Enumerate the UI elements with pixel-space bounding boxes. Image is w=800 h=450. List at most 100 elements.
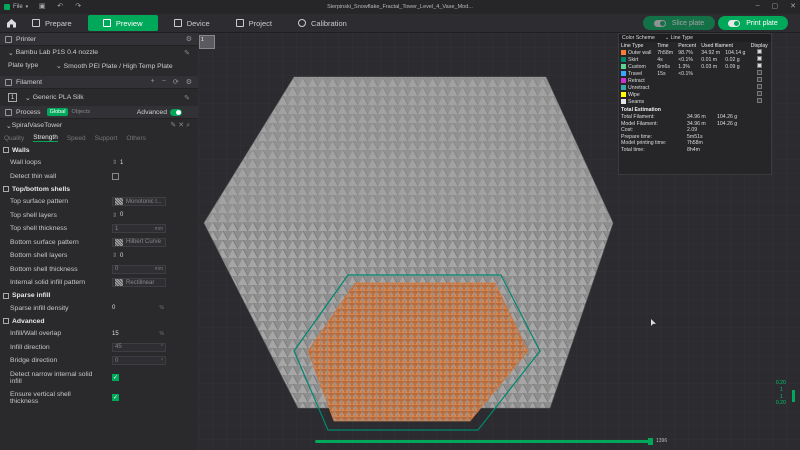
filament-row[interactable]: 1 ⌄ Generic PLA Silk ✎ <box>0 89 198 106</box>
gear-icon[interactable]: ⚙ <box>186 35 192 43</box>
subtab-quality[interactable]: Quality <box>4 135 24 142</box>
plate-thumbnail[interactable]: 1 <box>199 35 215 49</box>
color-scheme-select[interactable]: ⌄ Line Type <box>665 35 693 41</box>
bottom-shell-layers-stepper[interactable]: ⇕ 0 <box>112 251 166 260</box>
settings-icon[interactable]: ⚙ <box>186 78 192 86</box>
legend-swatch <box>621 63 626 69</box>
subtab-others[interactable]: Others <box>126 135 146 142</box>
vertical-layer-slider[interactable] <box>792 390 795 402</box>
tab-project[interactable]: Project <box>226 15 282 31</box>
global-objects-toggle[interactable]: Global Objects <box>46 108 94 116</box>
top-surface-pattern-label: Top surface pattern <box>10 198 69 206</box>
wall-loops-stepper[interactable]: ⇕ 1 <box>112 158 166 167</box>
home-button[interactable] <box>0 14 22 33</box>
legend-row: Travel 15s <0.1% <box>619 70 771 77</box>
close-icon[interactable]: ✕ <box>178 122 184 129</box>
legend-used-g: 0.09 g <box>725 63 740 70</box>
advanced-toggle[interactable]: Advanced <box>137 108 182 116</box>
tab-device[interactable]: Device <box>164 15 220 31</box>
edit-icon[interactable]: ✎ <box>184 49 190 57</box>
top-shell-thickness-input[interactable]: 1 mm <box>112 224 166 234</box>
bottom-surface-pattern-select[interactable]: Hilbert Curve <box>112 237 166 247</box>
legend-row: Custom 6m6s 1.3% 0.03 m 0.09 g <box>619 63 771 70</box>
top-shell-thickness-setting: Top shell thickness 1 mm <box>0 222 198 236</box>
process-preset-row[interactable]: ⌄ SpiralVaseTower ✎ ✕ ⌕ <box>0 119 198 132</box>
legend-table: Line Type Time Percent Used filament Dis… <box>619 42 771 105</box>
settings-sidebar: Printer ⚙ ⌄ Bambu Lab P1S 0.4 nozzle ✎ P… <box>0 33 198 450</box>
legend-line-type: Unretract <box>619 84 655 91</box>
detect-narrow-setting: Detect narrow internal solid infill ✓ <box>0 368 198 388</box>
legend-display-checkbox[interactable] <box>757 77 763 82</box>
bottom-shell-thickness-input[interactable]: 0 mm <box>112 264 166 274</box>
legend-percent <box>676 98 699 105</box>
chevron-down-icon: ⌄ <box>8 49 14 57</box>
objects-option[interactable]: Objects <box>68 108 93 116</box>
legend-display-checkbox[interactable] <box>757 98 763 103</box>
plate-type-value: Smooth PEI Plate / High Temp Plate <box>63 62 173 70</box>
undo-icon[interactable]: ↶ <box>56 3 64 11</box>
redo-icon[interactable]: ↷ <box>74 3 82 11</box>
search-icon[interactable]: ⌕ <box>186 122 190 129</box>
print-plate-button[interactable]: Print plate <box>718 16 788 30</box>
bottom-shell-layers-setting: Bottom shell layers ⇕ 0 <box>0 249 198 263</box>
walls-group-label: Walls <box>12 146 30 154</box>
legend-display-checkbox[interactable] <box>757 91 763 96</box>
infill-direction-input[interactable]: 45 ° <box>112 342 166 352</box>
horizontal-layer-slider[interactable] <box>315 440 650 443</box>
legend-row: Outer wall 7h58m 98.7% 34.92 m 104.14 g <box>619 49 771 56</box>
internal-solid-pattern-select[interactable]: Rectilinear <box>112 278 166 288</box>
infill-overlap-input[interactable]: 15% <box>112 329 166 338</box>
tab-calibration[interactable]: Calibration <box>288 15 357 31</box>
advanced-switch[interactable] <box>170 108 182 116</box>
legend-display-checkbox[interactable] <box>757 70 763 75</box>
legend-used-m <box>699 98 723 105</box>
maximize-icon[interactable]: ▢ <box>772 2 779 10</box>
vertical-slider-top-index: 1 <box>780 387 783 393</box>
legend-display-checkbox[interactable] <box>757 56 763 61</box>
ensure-vertical-checkbox[interactable]: ✓ <box>112 394 119 401</box>
sync-icon[interactable]: ⟳ <box>173 78 179 86</box>
close-icon[interactable]: ✕ <box>790 2 796 10</box>
subtab-strength[interactable]: Strength <box>33 134 58 142</box>
file-menu[interactable]: File ▾ <box>4 4 28 10</box>
remove-icon[interactable]: − <box>162 78 166 86</box>
horizontal-slider-handle[interactable] <box>648 438 653 445</box>
legend-time <box>655 98 676 105</box>
chevron-down-icon: ▾ <box>25 4 29 10</box>
legend-time <box>655 91 676 98</box>
legend-col-header: Used filament <box>701 42 733 49</box>
project-icon <box>235 19 244 27</box>
global-option[interactable]: Global <box>46 108 69 116</box>
legend-swatch <box>621 98 626 104</box>
sparse-density-input[interactable]: 0% <box>112 304 166 313</box>
vertical-slider-top-label: 0.20 <box>776 380 786 386</box>
minimize-icon[interactable]: – <box>756 2 760 10</box>
top-shell-layers-value: 0 <box>120 212 124 219</box>
unit-label: % <box>159 330 164 337</box>
top-shell-layers-stepper[interactable]: ⇕ 0 <box>112 211 166 220</box>
top-surface-pattern-select[interactable]: Monotonic l... <box>112 197 166 207</box>
detect-narrow-checkbox[interactable]: ✓ <box>112 374 119 381</box>
printer-select[interactable]: ⌄ Bambu Lab P1S 0.4 nozzle ✎ <box>0 46 198 59</box>
slice-plate-button[interactable]: Slice plate <box>643 16 715 30</box>
add-icon[interactable]: + <box>151 78 155 86</box>
subtab-speed[interactable]: Speed <box>67 135 86 142</box>
save-icon[interactable]: ▣ <box>38 3 46 11</box>
title-bar: File ▾ ▣ ↶ ↷ Sierpinski_Snowflake_Fracta… <box>0 0 800 14</box>
plate-type-select[interactable]: ⌄ Smooth PEI Plate / High Temp Plate <box>56 62 173 70</box>
top-shell-layers-label: Top shell layers <box>10 211 57 219</box>
bridge-direction-input[interactable]: 0 ° <box>112 356 166 366</box>
legend-line-name: Wipe <box>628 91 640 98</box>
subtab-support[interactable]: Support <box>95 135 118 142</box>
legend-display-checkbox[interactable] <box>757 63 763 68</box>
legend-used-m <box>699 77 723 84</box>
wall-loops-setting: Wall loops ⇕ 1 <box>0 156 198 170</box>
tab-prepare[interactable]: Prepare <box>22 15 82 31</box>
legend-display-checkbox[interactable] <box>757 84 763 89</box>
edit-icon[interactable]: ✎ <box>184 94 190 102</box>
legend-display-checkbox[interactable] <box>757 49 763 54</box>
advanced-icon <box>3 318 9 324</box>
detect-thin-wall-checkbox[interactable] <box>112 172 119 180</box>
tab-preview[interactable]: Preview <box>87 15 158 31</box>
edit-icon[interactable]: ✎ <box>170 122 176 129</box>
